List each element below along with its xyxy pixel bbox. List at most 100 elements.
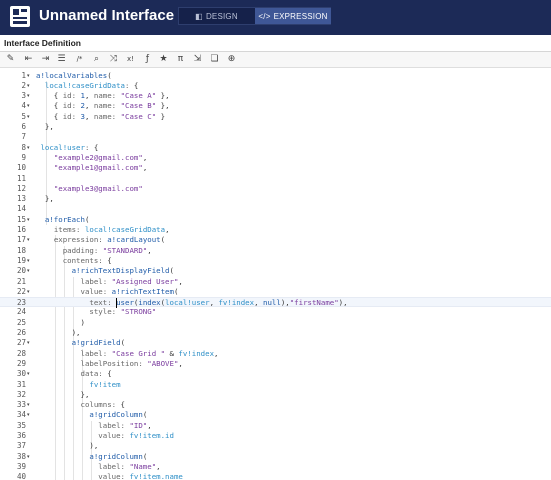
shuffle-icon[interactable]: ⤨ (107, 53, 120, 66)
code-text: }, (36, 390, 89, 400)
fold-toggle-icon[interactable]: ▾ (27, 71, 33, 81)
list-icon[interactable]: ☰ (55, 53, 68, 66)
code-text: label: "Case Grid " & fv!index, (36, 348, 219, 359)
line-number: 2 (21, 80, 26, 90)
fold-toggle-icon[interactable]: ▾ (27, 112, 33, 122)
code-line[interactable]: 26 ), (0, 328, 551, 338)
comment-icon[interactable]: /* (73, 53, 86, 66)
indent-increase-icon[interactable]: ⇥ (39, 53, 52, 66)
fold-toggle-icon[interactable]: ▾ (27, 287, 33, 297)
code-line[interactable]: 15 ▾ a!forEach( (0, 215, 551, 225)
code-line[interactable]: 20 ▾ a!richTextDisplayField( (0, 266, 551, 276)
fold-toggle-icon[interactable]: ▾ (27, 215, 33, 225)
code-line[interactable]: 8 ▾ local!user: { (0, 143, 551, 153)
format-icon[interactable]: ✎ (4, 53, 17, 66)
code-token: data: (80, 369, 108, 379)
code-line[interactable]: 36 value: fv!item.id (0, 431, 551, 441)
code-line[interactable]: 21 label: "Assigned User", (0, 277, 551, 287)
fold-toggle-icon[interactable]: ▾ (27, 91, 33, 101)
indent-decrease-icon[interactable]: ⇤ (22, 53, 35, 66)
fold-toggle-icon[interactable]: ▾ (27, 256, 33, 266)
code-line[interactable]: 14 (0, 204, 551, 214)
code-line[interactable]: 33 ▾ columns: { (0, 400, 551, 410)
fold-toggle-icon[interactable]: ▾ (27, 266, 33, 276)
code-line[interactable]: 34 ▾ a!gridColumn( (0, 410, 551, 420)
code-token: a!gridColumn (89, 451, 143, 461)
code-line[interactable]: 39 label: "Name", (0, 462, 551, 472)
code-line[interactable]: 37 ), (0, 441, 551, 451)
fold-toggle-icon[interactable]: ▾ (27, 369, 33, 379)
fold-toggle-icon[interactable]: ▾ (27, 235, 33, 245)
code-token: local!caseGridData (84, 225, 166, 234)
fold-toggle-icon[interactable]: ▾ (27, 452, 33, 462)
line-number: 34 (16, 410, 26, 420)
export-icon[interactable]: ⇲ (191, 53, 204, 66)
code-line[interactable]: 2 ▾ local!caseGridData: { (0, 81, 551, 91)
code-line[interactable]: 31 fv!item (0, 380, 551, 390)
expression-mode-button[interactable]: </> EXPRESSION (255, 8, 331, 24)
code-editor[interactable]: 1 ▾ a!localVariables(2 ▾ local!caseGridData… (0, 69, 551, 480)
fold-toggle-icon[interactable]: ▾ (27, 338, 33, 348)
code-line[interactable]: 11 (0, 174, 551, 184)
code-line[interactable]: 30 ▾ data: { (0, 369, 551, 379)
code-token: ( (142, 451, 148, 461)
code-line[interactable]: 35 label: "ID", (0, 421, 551, 431)
fold-toggle-icon[interactable]: ▾ (27, 400, 33, 410)
code-line[interactable]: 13 }, (0, 194, 551, 204)
code-line[interactable]: 19 ▾ contents: { (0, 256, 551, 266)
code-line[interactable]: 7 (0, 132, 551, 142)
design-mode-button[interactable]: ◧ DESIGN (179, 8, 254, 24)
code-line[interactable]: 29 labelPosition: "ABOVE", (0, 359, 551, 369)
code-line[interactable]: 9 "example2@gmail.com", (0, 153, 551, 163)
line-number: 7 (21, 132, 26, 142)
code-line[interactable]: 6 }, (0, 122, 551, 132)
fold-toggle-icon[interactable]: ▾ (27, 143, 33, 153)
code-line[interactable]: 27 ▾ a!gridField( (0, 338, 551, 348)
copy-icon[interactable]: ❏ (208, 53, 221, 66)
code-text: }, (36, 194, 54, 204)
code-line[interactable]: 3 ▾ { id: 1, name: "Case A" }, (0, 91, 551, 101)
code-line[interactable]: 18 padding: "STANDARD", (0, 246, 551, 256)
code-line[interactable]: 10 "example1@gmail.com", (0, 163, 551, 173)
code-line[interactable]: 40 value: fv!item.name (0, 472, 551, 480)
line-number: 30 (16, 369, 26, 379)
line-number: 39 (16, 461, 26, 471)
code-line[interactable]: 32 }, (0, 390, 551, 400)
code-text: ), (36, 328, 81, 338)
code-line[interactable]: 23 text: user(index(local!user, fv!index… (0, 297, 551, 309)
x-bang-icon[interactable]: x! (124, 53, 137, 66)
code-token: name: (93, 111, 121, 121)
search-replace-icon[interactable]: ⊕ (225, 53, 238, 66)
code-line[interactable]: 22 ▾ value: a!richTextItem( (0, 287, 551, 297)
fold-toggle-icon[interactable]: ▾ (27, 81, 33, 91)
search-icon[interactable]: ⌕ (90, 53, 103, 66)
code-token: "Case B" (120, 101, 157, 111)
code-token: "example1@gmail.com" (53, 163, 143, 173)
code-line[interactable]: 16 items: local!caseGridData, (0, 225, 551, 235)
code-line[interactable]: 5 ▾ { id: 3, name: "Case C" } (0, 112, 551, 122)
code-line[interactable]: 24 style: "STRONG" (0, 307, 551, 317)
design-icon: ◧ (195, 11, 203, 21)
line-number: 18 (16, 245, 26, 255)
star-icon[interactable]: ★ (157, 53, 170, 66)
code-line[interactable]: 17 ▾ expression: a!cardLayout( (0, 235, 551, 245)
line-number: 31 (16, 379, 26, 389)
code-line[interactable]: 25 ) (0, 318, 551, 328)
code-token: { (107, 369, 112, 379)
fold-toggle-icon[interactable]: ▾ (27, 101, 33, 111)
code-token: ( (160, 235, 166, 245)
fold-toggle-icon[interactable]: ▾ (27, 410, 33, 420)
code-line[interactable]: 1 ▾ a!localVariables( (0, 71, 551, 81)
code-line[interactable]: 38 ▾ a!gridColumn( (0, 452, 551, 462)
code-line[interactable]: 28 label: "Case Grid " & fv!index, (0, 349, 551, 359)
code-line[interactable]: 12 "example3@gmail.com" (0, 184, 551, 194)
function-icon[interactable]: ƒ (141, 53, 154, 66)
code-token: , (178, 358, 183, 368)
code-line[interactable]: 4 ▾ { id: 2, name: "Case B" }, (0, 101, 551, 111)
code-token: , (214, 348, 219, 358)
code-token: , (84, 101, 94, 111)
pi-icon[interactable]: π (174, 53, 187, 66)
